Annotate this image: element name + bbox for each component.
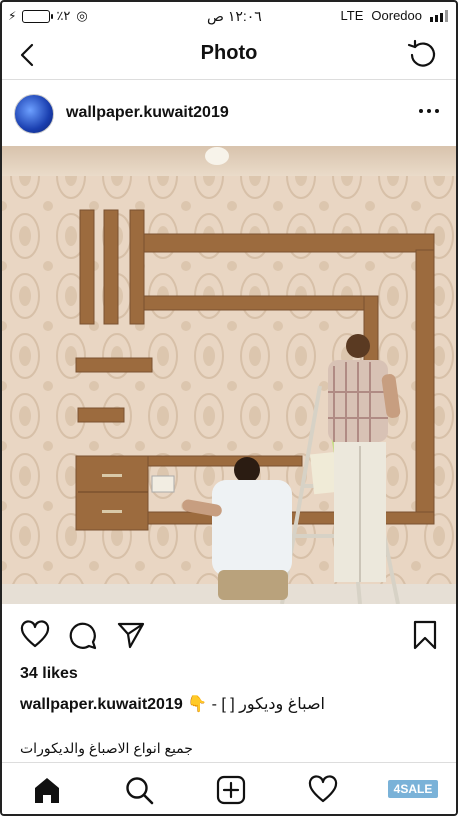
post-username[interactable]: wallpaper.kuwait2019 xyxy=(66,104,229,122)
post-header: wallpaper.kuwait2019 xyxy=(2,80,456,146)
post-actions xyxy=(2,604,456,662)
search-icon[interactable] xyxy=(124,775,154,805)
status-left: ⚡ ٪٢ ◎ xyxy=(8,8,88,24)
battery-percent: ٪٢ xyxy=(56,8,71,23)
status-bar: ⚡ ٪٢ ◎ ١٢:٠٦ ص LTE Ooredoo xyxy=(2,2,456,32)
carrier-name: Ooredoo xyxy=(371,8,422,23)
nav-bar: Photo xyxy=(2,32,456,80)
home-icon[interactable] xyxy=(32,775,62,805)
heart-icon[interactable] xyxy=(20,620,50,650)
activity-heart-icon[interactable] xyxy=(308,775,338,805)
page-title: Photo xyxy=(200,42,258,64)
caption-line-2: جميع انواع الاصباغ والديكورات xyxy=(20,740,193,756)
add-post-icon[interactable] xyxy=(216,775,246,805)
location-icon: ◎ xyxy=(76,8,88,23)
send-icon[interactable] xyxy=(116,620,146,650)
caption-username[interactable]: wallpaper.kuwait2019 xyxy=(20,696,183,713)
post-photo[interactable] xyxy=(2,146,458,604)
signal-icon xyxy=(430,9,448,22)
charging-icon: ⚡ xyxy=(8,9,17,23)
more-dots-icon[interactable] xyxy=(418,106,440,116)
likes-count[interactable]: 34 likes xyxy=(20,665,78,683)
watermark-logo: 4SALE xyxy=(388,780,438,798)
network-type: LTE xyxy=(340,8,364,23)
status-time: ١٢:٠٦ ص xyxy=(207,8,262,24)
post-caption: wallpaper.kuwait2019 اصباغ وديكور [ ] - … xyxy=(20,694,325,714)
phone-screen: ⚡ ٪٢ ◎ ١٢:٠٦ ص LTE Ooredoo Photo wallpap… xyxy=(0,0,458,816)
bookmark-icon[interactable] xyxy=(410,620,440,650)
battery-icon xyxy=(22,9,54,23)
status-right: LTE Ooredoo xyxy=(341,8,448,23)
comment-icon[interactable] xyxy=(68,620,98,650)
refresh-icon[interactable] xyxy=(406,39,438,71)
caption-text: اصباغ وديكور [ ] - 👇 xyxy=(187,696,325,713)
avatar[interactable] xyxy=(14,94,54,134)
